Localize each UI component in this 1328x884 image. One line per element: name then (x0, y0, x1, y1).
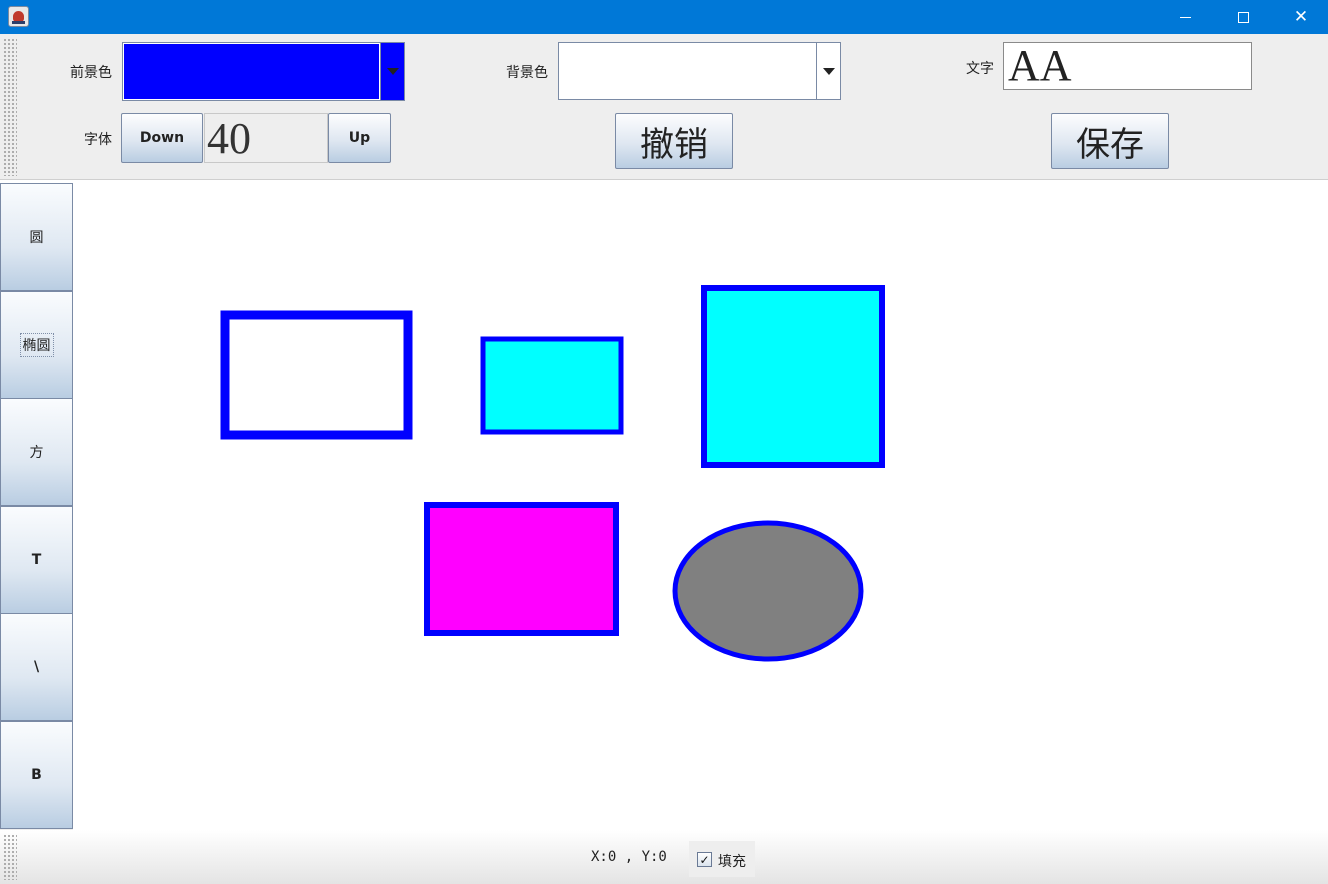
chevron-down-icon (386, 68, 399, 75)
save-button[interactable]: 保存 (1051, 113, 1169, 169)
tool-label: B (31, 767, 42, 783)
tool-label: 圆 (29, 230, 44, 246)
font-size-label: 字体 (84, 132, 112, 148)
foreground-color-label: 前景色 (70, 65, 112, 81)
font-size-field[interactable]: 40 (204, 113, 328, 163)
shape-rectangle-cyan-small[interactable] (480, 336, 624, 435)
maximize-button[interactable] (1214, 0, 1272, 34)
shape-rectangle-magenta[interactable] (424, 502, 619, 636)
statusbar-drag-handle[interactable] (3, 834, 17, 880)
circle-tool-button[interactable]: 圆 (0, 183, 73, 291)
foreground-color-swatch (124, 44, 379, 99)
shape-ellipse-gray[interactable] (672, 520, 864, 662)
minimize-button[interactable] (1156, 0, 1214, 34)
fill-label: 填充 (718, 854, 746, 870)
canvas-shapes (220, 285, 885, 662)
tool-label: 椭圆 (19, 333, 54, 357)
line-tool-button[interactable]: \ (0, 613, 73, 721)
b-tool-button[interactable]: B (0, 721, 73, 829)
tool-label: 方 (29, 445, 44, 461)
check-icon: ✓ (699, 852, 710, 867)
background-dropdown-button[interactable] (816, 43, 840, 99)
cursor-coordinates: X:0 , Y:0 (591, 849, 667, 865)
foreground-dropdown-button[interactable] (380, 43, 404, 100)
text-input[interactable]: AA (1003, 42, 1252, 90)
drawing-canvas[interactable] (73, 183, 1328, 830)
status-bar: X:0 , Y:0 ✓ 填充 (0, 830, 1328, 884)
foreground-color-select[interactable] (122, 42, 405, 101)
text-tool-button[interactable]: T (0, 506, 73, 614)
title-bar: ✕ (0, 0, 1328, 34)
java-cup-icon[interactable] (8, 6, 29, 27)
font-up-button[interactable]: Up (328, 113, 391, 163)
rectangle-tool-button[interactable]: 方 (0, 398, 73, 506)
background-color-swatch (560, 44, 815, 98)
shape-tool-panel: 圆 椭圆 方 T \ B (0, 183, 73, 830)
tool-label: \ (33, 659, 40, 675)
checkbox-box[interactable]: ✓ (697, 852, 712, 867)
background-color-select[interactable] (558, 42, 841, 100)
background-color-label: 背景色 (506, 65, 548, 81)
toolbar-drag-handle[interactable] (3, 38, 17, 176)
close-icon: ✕ (1293, 7, 1309, 27)
minimize-icon (1179, 16, 1191, 18)
shape-rectangle-outline[interactable] (220, 310, 413, 440)
chevron-down-icon (822, 67, 835, 75)
maximize-icon (1237, 11, 1249, 23)
fill-checkbox[interactable]: ✓ 填充 (689, 841, 755, 877)
ellipse-tool-button[interactable]: 椭圆 (0, 291, 73, 399)
shape-square-cyan[interactable] (701, 285, 885, 468)
close-button[interactable]: ✕ (1272, 0, 1328, 34)
undo-button[interactable]: 撤销 (615, 113, 733, 169)
text-label: 文字 (966, 61, 994, 77)
font-down-button[interactable]: Down (121, 113, 203, 163)
tool-label: T (31, 552, 42, 568)
